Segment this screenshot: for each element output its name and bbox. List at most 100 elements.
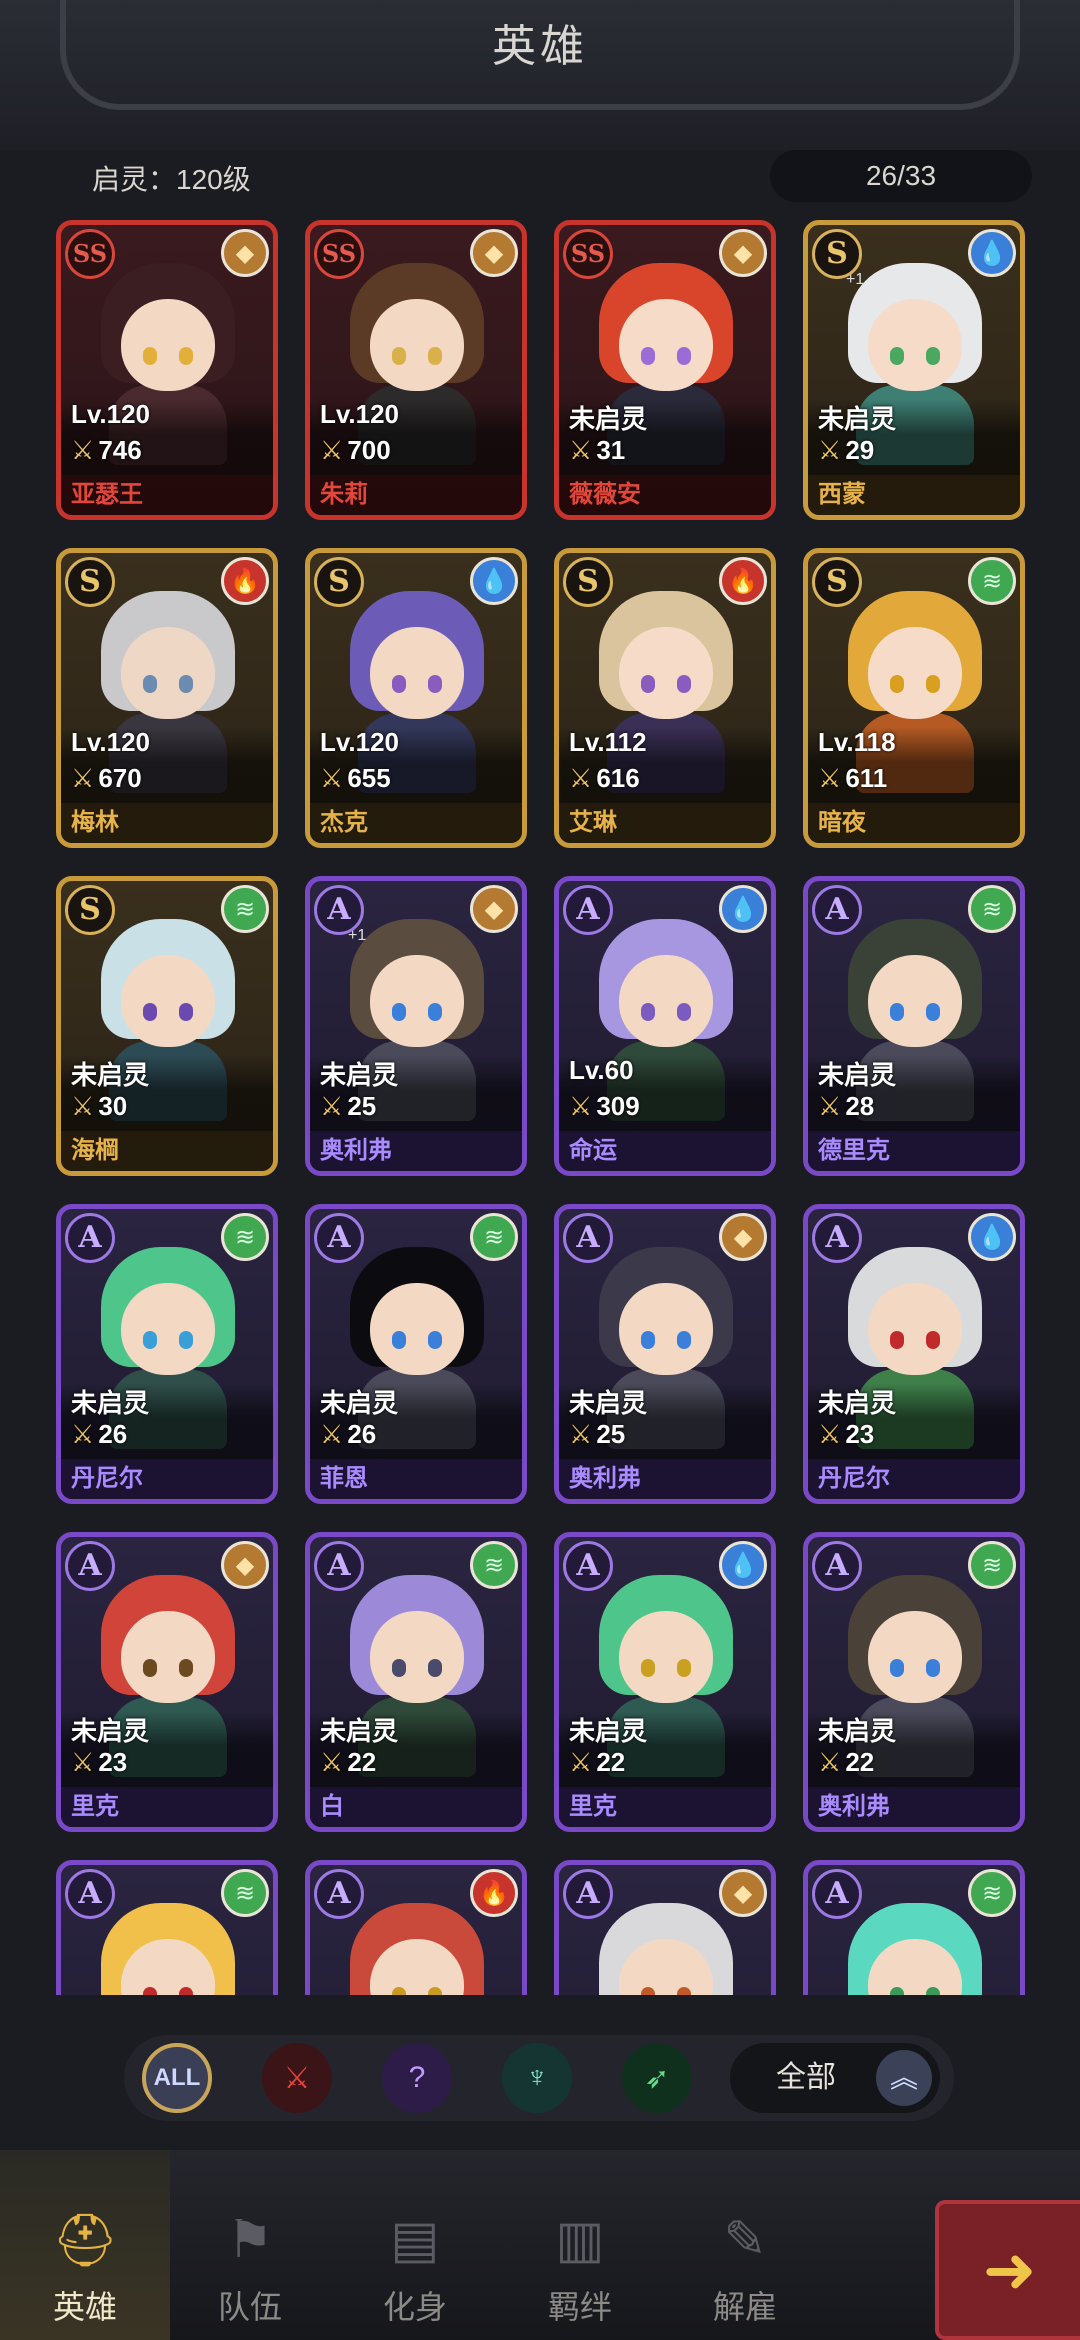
next-arrow-button[interactable]: ➜	[935, 2200, 1080, 2340]
hero-card[interactable]: S ≋ Lv.118 ⚔ 611 暗夜	[803, 548, 1025, 848]
hero-card[interactable]: A ≋ 未启灵 ⚔ 26 丹尼尔	[56, 1204, 278, 1504]
wind-element-icon: ≋	[968, 1541, 1016, 1589]
hero-card[interactable]: A ◆	[554, 1860, 776, 1995]
rarity-badge: S	[563, 557, 613, 607]
hero-power: ⚔ 22	[818, 1747, 874, 1778]
filter-mystic-button[interactable]: ?	[382, 2043, 452, 2113]
earth-element-icon: ◆	[470, 229, 518, 277]
hero-level: 未启灵	[71, 1060, 150, 1090]
rarity-badge: A	[65, 1869, 115, 1919]
hero-card[interactable]: S ≋ 未启灵 ⚔ 30 海棡	[56, 876, 278, 1176]
filter-warrior-button[interactable]: ⚔	[262, 2043, 332, 2113]
nav-item[interactable]: ⛑ 英雄	[0, 2150, 170, 2340]
nav-item[interactable]: ✎ 解雇	[660, 2150, 830, 2340]
swords-icon: ⚔	[71, 1747, 95, 1777]
hero-name: 西蒙	[808, 475, 1020, 515]
nav-item[interactable]: ▤ 化身	[330, 2150, 500, 2340]
hero-card[interactable]: S 🔥 Lv.112 ⚔ 616 艾琳	[554, 548, 776, 848]
wind-element-icon: ≋	[470, 1541, 518, 1589]
filter-ranger-button[interactable]: ➶	[622, 2043, 692, 2113]
sort-dropdown[interactable]: 全部 ︽	[730, 2043, 940, 2113]
nav-label: 解雇	[712, 2289, 777, 2325]
hero-card[interactable]: A +1 ◆ 未启灵 ⚔ 25 奥利弗	[305, 876, 527, 1176]
wind-element-icon: ≋	[470, 1213, 518, 1261]
hero-card[interactable]: S 💧 Lv.120 ⚔ 655 杰克	[305, 548, 527, 848]
earth-element-icon: ◆	[719, 229, 767, 277]
hero-stats: Lv.118 ⚔ 611 暗夜	[808, 727, 1020, 843]
swords-icon: ⚔	[818, 435, 842, 465]
rarity-badge: A	[314, 1869, 364, 1919]
hero-name: 命运	[559, 1131, 771, 1171]
hero-name: 白	[310, 1787, 522, 1827]
hero-power-value: 28	[845, 1091, 875, 1121]
hero-power: ⚔ 611	[818, 763, 887, 794]
hero-card[interactable]: A ≋ 未启灵 ⚔ 22 奥利弗	[803, 1532, 1025, 1832]
hero-power-value: 611	[845, 763, 888, 793]
hero-power-value: 25	[347, 1091, 377, 1121]
swords-icon: ⚔	[569, 763, 593, 793]
hero-power-value: 26	[98, 1419, 128, 1449]
hero-name: 里克	[559, 1787, 771, 1827]
hero-card[interactable]: SS ◆ 未启灵 ⚔ 31 薇薇安	[554, 220, 776, 520]
hero-name: 海棡	[61, 1131, 273, 1171]
rarity-badge: A	[563, 885, 613, 935]
hero-power-value: 30	[98, 1091, 128, 1121]
rarity-badge: A	[314, 1213, 364, 1263]
hero-card[interactable]: A 💧 Lv.60 ⚔ 309 命运	[554, 876, 776, 1176]
wind-element-icon: ≋	[221, 1213, 269, 1261]
hero-card[interactable]: A 💧 未启灵 ⚔ 22 里克	[554, 1532, 776, 1832]
hero-card[interactable]: S 🔥 Lv.120 ⚔ 670 梅林	[56, 548, 278, 848]
nav-item[interactable]: ▥ 羁绊	[495, 2150, 665, 2340]
bow-icon: ➶	[644, 2061, 670, 2095]
rarity-badge: A	[812, 1869, 862, 1919]
hero-level: 未启灵	[569, 1716, 648, 1746]
swords-icon: ⚔	[320, 1419, 344, 1449]
hero-card[interactable]: SS ◆ Lv.120 ⚔ 746 亚瑟王	[56, 220, 278, 520]
hero-card[interactable]: S +1 💧 未启灵 ⚔ 29 西蒙	[803, 220, 1025, 520]
hero-name: 德里克	[808, 1131, 1020, 1171]
hero-stats: Lv.120 ⚔ 700 朱莉	[310, 399, 522, 515]
hero-name: 梅林	[61, 803, 273, 843]
hero-power-value: 655	[347, 763, 391, 793]
hero-card[interactable]: A ◆ 未启灵 ⚔ 25 奥利弗	[554, 1204, 776, 1504]
swords-icon: ⚔	[818, 1419, 842, 1449]
hero-power: ⚔ 22	[569, 1747, 625, 1778]
swords-icon: ⚔	[818, 1091, 842, 1121]
hero-level: Lv.120	[320, 399, 400, 429]
hero-level: 未启灵	[818, 1716, 897, 1746]
swords-icon: ⚔	[569, 1419, 593, 1449]
water-element-icon: 💧	[968, 1213, 1016, 1261]
sort-label: 全部	[776, 2061, 836, 2094]
swords-icon: ⚔	[569, 435, 593, 465]
hero-card[interactable]: A ◆ 未启灵 ⚔ 23 里克	[56, 1532, 278, 1832]
hero-card[interactable]: A ≋ 未启灵 ⚔ 22 白	[305, 1532, 527, 1832]
star-plus-label: +1	[846, 271, 865, 288]
hero-card[interactable]: A ≋	[56, 1860, 278, 1995]
earth-element-icon: ◆	[719, 1869, 767, 1917]
hero-stats: 未启灵 ⚔ 29 西蒙	[808, 399, 1020, 515]
hero-card[interactable]: A 🔥	[305, 1860, 527, 1995]
rarity-badge: SS	[314, 229, 364, 279]
wind-element-icon: ≋	[968, 557, 1016, 605]
swords-icon: ⚔	[71, 435, 95, 465]
hero-level: Lv.112	[569, 727, 647, 757]
hero-level: 未启灵	[818, 1060, 897, 1090]
rarity-badge: S	[812, 557, 862, 607]
hero-card[interactable]: A ≋ 未启灵 ⚔ 28 德里克	[803, 876, 1025, 1176]
filter-all-button[interactable]: ALL	[142, 2043, 212, 2113]
cards-icon: ▤	[390, 2211, 440, 2269]
hero-card[interactable]: SS ◆ Lv.120 ⚔ 700 朱莉	[305, 220, 527, 520]
hero-card[interactable]: A 💧 未启灵 ⚔ 23 丹尼尔	[803, 1204, 1025, 1504]
swords-icon: ⚔	[320, 763, 344, 793]
hero-level: Lv.120	[71, 727, 151, 757]
swords-icon: ⚔	[320, 435, 344, 465]
filter-support-button[interactable]: ♆	[502, 2043, 572, 2113]
hero-level: Lv.120	[320, 727, 400, 757]
hero-name: 朱莉	[310, 475, 522, 515]
hero-card[interactable]: A ≋	[803, 1860, 1025, 1995]
sword-icon: ⚔	[283, 2061, 311, 2095]
nav-item[interactable]: ⚑ 队伍	[165, 2150, 335, 2340]
rarity-badge: A	[563, 1213, 613, 1263]
chevron-up-icon[interactable]: ︽	[876, 2050, 932, 2106]
hero-card[interactable]: A ≋ 未启灵 ⚔ 26 菲恩	[305, 1204, 527, 1504]
